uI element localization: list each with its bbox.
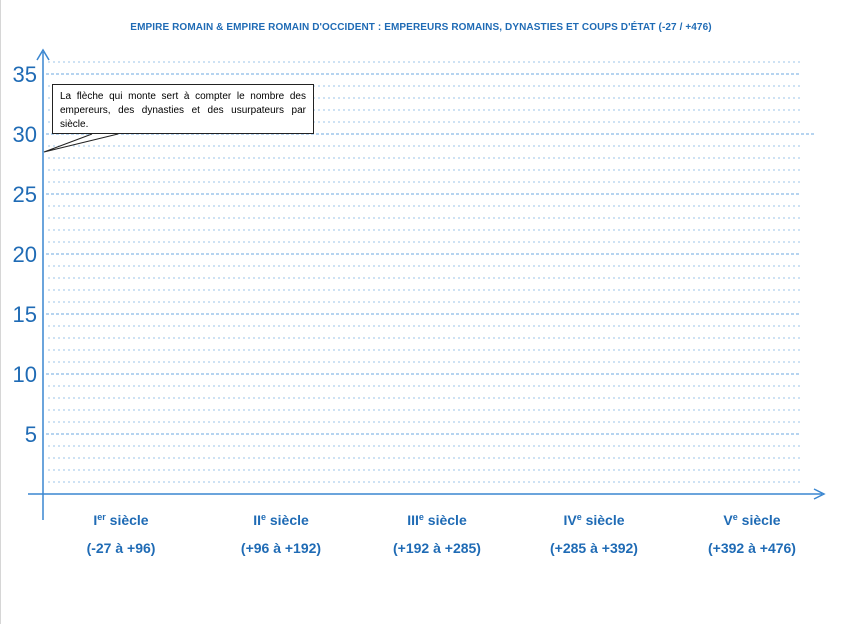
y-tick-labels: 5 10 15 20 25 30 35 [13, 62, 37, 447]
century-date-range: (+96 à +192) [240, 540, 322, 556]
century-numeral: II [253, 512, 261, 528]
y-tick-label: 30 [13, 122, 37, 147]
century-ordinal-suffix: er [97, 512, 106, 522]
y-tick-label: 15 [13, 302, 37, 327]
century-word: siècle [105, 512, 149, 528]
y-tick-label: 5 [25, 422, 37, 447]
callout-box: La flèche qui monte sert à compter le no… [52, 84, 314, 134]
century-numeral: IV [563, 512, 577, 528]
century-date-range: (+285 à +392) [550, 540, 638, 556]
century-word: siècle [423, 512, 467, 528]
century-word: siècle [581, 512, 625, 528]
y-tick-label: 35 [13, 62, 37, 87]
callout-text: La flèche qui monte sert à compter le no… [60, 91, 306, 130]
century-name: IVe siècle [514, 512, 674, 528]
century-name: Ve siècle [672, 512, 832, 528]
century-numeral: V [723, 512, 733, 528]
century-word: siècle [737, 512, 781, 528]
century-date-range: (-27 à +96) [86, 540, 156, 556]
y-tick-label: 10 [13, 362, 37, 387]
y-tick-label: 20 [13, 242, 37, 267]
century-date-range: (+192 à +285) [393, 540, 481, 556]
y-tick-label: 25 [13, 182, 37, 207]
century-numeral: III [407, 512, 419, 528]
century-name: IIIe siècle [357, 512, 517, 528]
callout-pointer [43, 133, 119, 153]
century-name: IIe siècle [201, 512, 361, 528]
century-date-range: (+392 à +476) [708, 540, 796, 556]
century-name: Ier siècle [41, 512, 201, 528]
century-word: siècle [265, 512, 309, 528]
